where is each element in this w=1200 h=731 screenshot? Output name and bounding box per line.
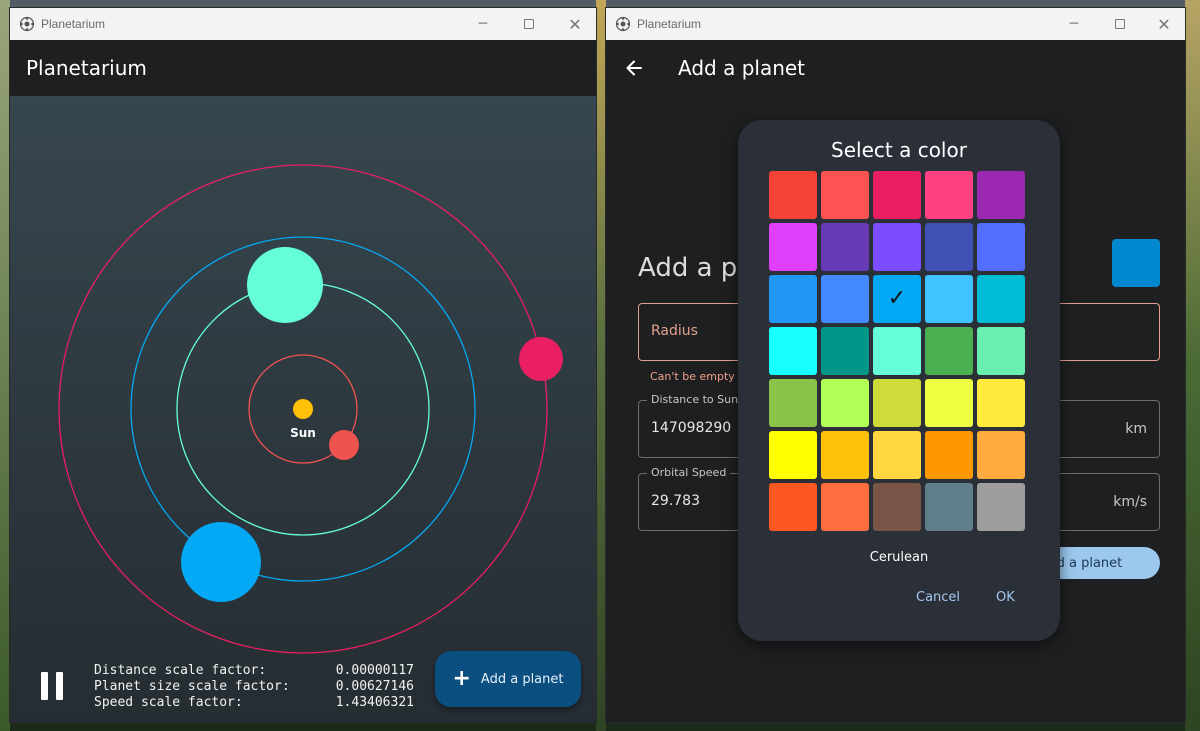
color-swatch[interactable] (873, 223, 921, 271)
pause-icon-bar (56, 672, 63, 700)
planet-4 (519, 337, 563, 381)
page-title: Add a planet (678, 56, 806, 80)
maximize-button[interactable] (506, 8, 552, 40)
cancel-button[interactable]: Cancel (916, 590, 960, 605)
distance-label: Distance to Sun (647, 393, 743, 406)
plus-icon: + (452, 666, 471, 691)
color-swatch[interactable] (769, 379, 817, 427)
ok-button[interactable]: OK (996, 590, 1015, 605)
maximize-icon (524, 19, 534, 29)
window-title: Planetarium (637, 17, 702, 31)
color-swatch[interactable] (925, 379, 973, 427)
color-swatch[interactable] (977, 327, 1025, 375)
color-swatch[interactable] (977, 483, 1025, 531)
window-title: Planetarium (41, 17, 106, 31)
color-swatch[interactable] (873, 379, 921, 427)
color-swatch[interactable] (769, 223, 817, 271)
dialog-title: Select a color (831, 138, 967, 162)
maximize-button[interactable] (1097, 8, 1143, 40)
distance-unit: km (1125, 421, 1147, 437)
back-button[interactable] (606, 40, 662, 96)
planet-2 (247, 247, 323, 323)
radius-error: Can't be empty (650, 370, 735, 383)
color-swatch[interactable] (769, 483, 817, 531)
color-swatch[interactable]: ✓ (873, 275, 921, 323)
color-swatch[interactable] (925, 431, 973, 479)
scale-value: 0.00000117 (335, 663, 414, 678)
color-swatch[interactable] (769, 431, 817, 479)
add-planet-window: Planetarium ─ ✕ Add a planet Add a pl Ra… (605, 7, 1186, 723)
color-swatch[interactable] (769, 327, 817, 375)
solar-system-view: Sun Distance scale factor: 0.00000117 Pl… (10, 96, 596, 722)
distance-scale-row: Distance scale factor: 0.00000117 (94, 663, 414, 679)
speed-scale-row: Speed scale factor: 1.43406321 (94, 695, 414, 711)
selected-color-name: Cerulean (869, 550, 929, 565)
color-swatch[interactable] (769, 171, 817, 219)
add-planet-fab-label: Add a planet (480, 671, 564, 687)
color-grid: ✓ (769, 171, 1025, 531)
scale-label: Speed scale factor: (94, 695, 243, 710)
scale-value: 0.00627146 (335, 679, 414, 694)
color-swatch[interactable] (821, 275, 869, 323)
color-swatch[interactable] (925, 171, 973, 219)
color-swatch[interactable] (821, 171, 869, 219)
minimize-button[interactable]: ─ (1051, 8, 1097, 40)
app-bar: Planetarium (10, 40, 596, 96)
color-swatch[interactable] (873, 171, 921, 219)
pause-button[interactable] (36, 668, 68, 704)
color-swatch[interactable] (821, 223, 869, 271)
scale-value: 1.43406321 (335, 695, 414, 710)
color-swatch[interactable] (977, 379, 1025, 427)
orbital-speed-unit: km/s (1113, 494, 1147, 510)
color-picker-button[interactable] (1112, 239, 1160, 287)
pause-icon-bar (41, 672, 48, 700)
color-swatch[interactable] (873, 431, 921, 479)
app-bar: Add a planet (606, 40, 1185, 96)
orbital-speed-label: Orbital Speed (647, 466, 731, 479)
sun-label: Sun (290, 426, 316, 440)
radius-placeholder: Radius (651, 323, 698, 339)
back-arrow-icon (626, 60, 642, 76)
app-logo-icon (615, 16, 631, 32)
planet-1 (329, 430, 359, 460)
title-bar[interactable]: Planetarium ─ ✕ (606, 8, 1185, 40)
maximize-icon (1115, 19, 1125, 29)
sun (293, 399, 313, 419)
color-swatch[interactable] (821, 431, 869, 479)
color-swatch[interactable] (977, 223, 1025, 271)
scale-label: Distance scale factor: (94, 663, 267, 678)
title-bar[interactable]: Planetarium ─ ✕ (10, 8, 596, 40)
color-picker-dialog: Select a color ✓ Cerulean Cancel OK (738, 120, 1060, 641)
color-swatch[interactable] (925, 327, 973, 375)
app-logo-icon (19, 16, 35, 32)
color-swatch[interactable] (925, 223, 973, 271)
add-planet-fab[interactable]: + Add a planet (435, 651, 581, 707)
solar-system-canvas: Sun (58, 164, 563, 654)
color-swatch[interactable] (977, 275, 1025, 323)
distance-value: 147098290 (651, 420, 732, 436)
form-heading: Add a pl (638, 253, 745, 283)
color-swatch[interactable] (873, 327, 921, 375)
color-swatch[interactable] (925, 483, 973, 531)
color-swatch[interactable] (821, 483, 869, 531)
orbital-speed-value: 29.783 (651, 493, 700, 509)
color-swatch[interactable] (821, 379, 869, 427)
desktop-wallpaper-right (1185, 0, 1200, 731)
planetarium-window: Planetarium ─ ✕ Planetarium Sun Distance… (9, 7, 597, 723)
color-swatch[interactable] (821, 327, 869, 375)
close-button[interactable]: ✕ (552, 8, 596, 40)
color-swatch[interactable] (977, 431, 1025, 479)
color-swatch[interactable] (769, 275, 817, 323)
page-title: Planetarium (26, 56, 147, 80)
planet-3 (181, 522, 261, 602)
color-swatch[interactable] (925, 275, 973, 323)
planet-size-scale-row: Planet size scale factor: 0.00627146 (94, 679, 414, 695)
color-swatch[interactable] (977, 171, 1025, 219)
color-swatch[interactable] (873, 483, 921, 531)
minimize-button[interactable]: ─ (460, 8, 506, 40)
close-button[interactable]: ✕ (1141, 8, 1185, 40)
scale-label: Planet size scale factor: (94, 679, 290, 694)
scale-factors: Distance scale factor: 0.00000117 Planet… (94, 663, 414, 711)
checkmark-icon: ✓ (887, 286, 907, 311)
